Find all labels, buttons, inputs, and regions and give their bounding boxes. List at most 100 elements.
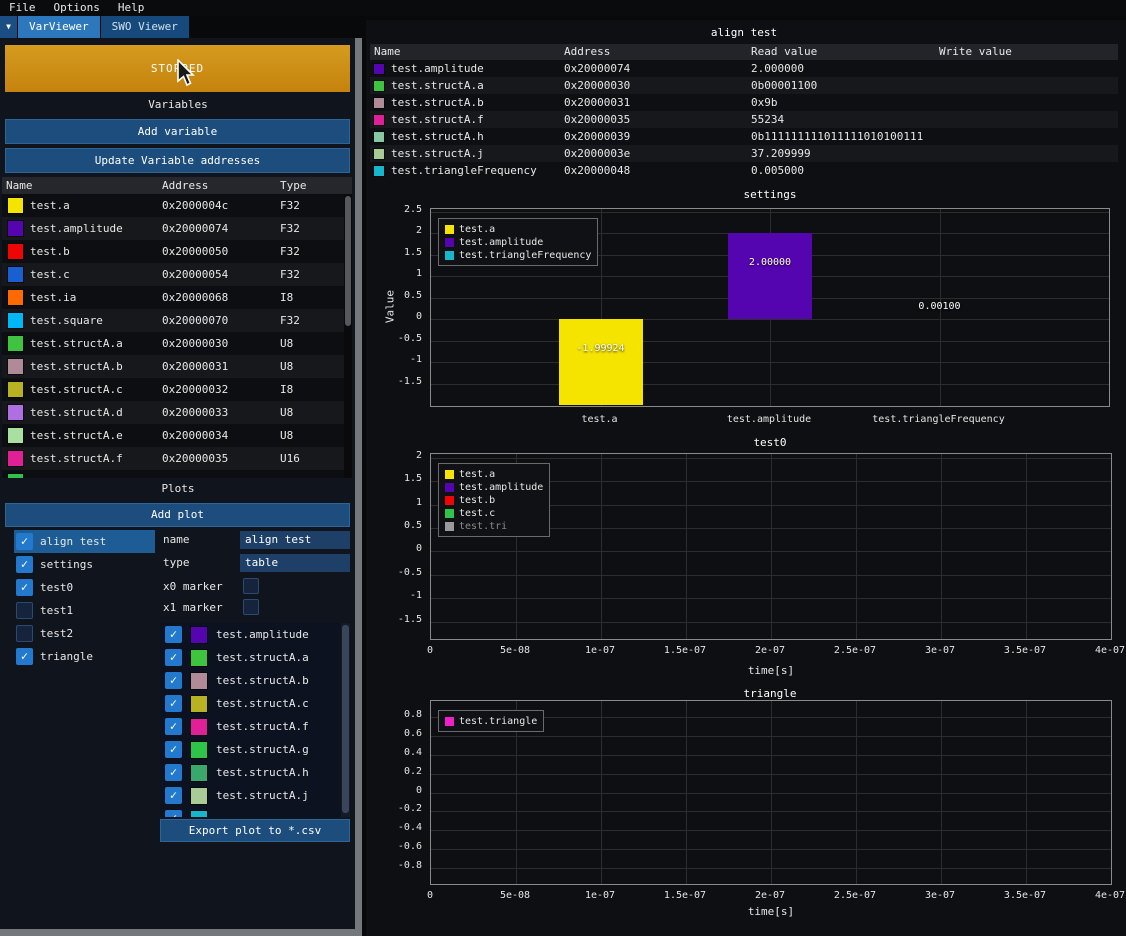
table-plot-title: align test: [366, 26, 1122, 39]
checkbox[interactable]: ✓: [165, 626, 182, 643]
legend-label: test.a: [459, 224, 495, 235]
legend-entry: test.triangle: [445, 715, 537, 728]
chart-legend: test.triangle: [438, 710, 544, 732]
plot-list-item[interactable]: test2: [14, 622, 155, 645]
series-item[interactable]: ✓test.structA.g: [160, 738, 350, 761]
checkbox[interactable]: ✓: [165, 741, 182, 758]
variable-row[interactable]: test.b0x20000050F32: [2, 240, 352, 263]
checkbox[interactable]: ✓: [16, 556, 33, 573]
add-plot-button[interactable]: Add plot: [5, 503, 350, 527]
variable-row[interactable]: test.structA.d0x20000033U8: [2, 401, 352, 424]
legend-entry: test.a: [445, 223, 591, 236]
variable-row[interactable]: test.structA.c0x20000032I8: [2, 378, 352, 401]
variable-address: 0x20000031: [158, 355, 276, 378]
export-csv-button[interactable]: Export plot to *.csv: [160, 819, 350, 842]
write-value-cell[interactable]: [935, 111, 1118, 128]
sidebar-horizontal-scrollbar[interactable]: [0, 929, 355, 936]
sidebar-vertical-scrollbar[interactable]: [355, 38, 362, 936]
menu-bar: File Options Help: [0, 0, 1126, 16]
checkbox[interactable]: ✓: [16, 533, 33, 550]
series-item[interactable]: ✓: [160, 807, 350, 817]
checkbox[interactable]: ✓: [165, 810, 182, 817]
color-swatch: [8, 405, 23, 420]
series-item[interactable]: ✓test.structA.h: [160, 761, 350, 784]
bar: [559, 319, 643, 405]
update-addresses-button[interactable]: Update Variable addresses: [5, 148, 350, 173]
variables-table-scrollbar[interactable]: [344, 194, 352, 478]
write-value-cell[interactable]: [935, 94, 1118, 111]
checkbox[interactable]: ✓: [165, 764, 182, 781]
plot-list-item[interactable]: ✓align test: [14, 530, 155, 553]
variable-row[interactable]: test.structA.b0x20000031U8: [2, 355, 352, 378]
y-tick-label: -1: [366, 354, 422, 365]
variable-row[interactable]: test.structA.f0x20000035U16: [2, 447, 352, 470]
variable-row[interactable]: test.a0x2000004cF32: [2, 194, 352, 217]
checkbox[interactable]: ✓: [165, 695, 182, 712]
plot-type-input[interactable]: table: [240, 554, 350, 572]
write-value-cell[interactable]: [935, 162, 1118, 179]
checkbox[interactable]: ✓: [165, 718, 182, 735]
variable-name: test.c: [30, 268, 70, 281]
plot-list-item[interactable]: ✓triangle: [14, 645, 155, 668]
tab-swo-viewer[interactable]: SWO Viewer: [101, 16, 189, 38]
write-value-cell[interactable]: [935, 60, 1118, 77]
checkbox[interactable]: ✓: [165, 649, 182, 666]
checkbox[interactable]: [16, 625, 33, 642]
checkbox[interactable]: ✓: [16, 648, 33, 665]
plot-list-item[interactable]: ✓test0: [14, 576, 155, 599]
write-value-cell[interactable]: [935, 77, 1118, 94]
checkbox[interactable]: ✓: [16, 579, 33, 596]
table-row[interactable]: test.amplitude0x200000742.000000: [370, 60, 1118, 77]
variables-table-header: Name Address Type: [2, 177, 352, 194]
plot-name-input[interactable]: align test: [240, 531, 350, 549]
add-variable-button[interactable]: Add variable: [5, 119, 350, 144]
scrollbar-thumb[interactable]: [342, 625, 349, 813]
tab-varviewer[interactable]: VarViewer: [18, 16, 100, 38]
plot-list-item[interactable]: test1: [14, 599, 155, 622]
variable-type: U16: [276, 447, 344, 470]
series-list-scrollbar[interactable]: [341, 623, 350, 817]
variable-row[interactable]: test.structA.e0x20000034U8: [2, 424, 352, 447]
y-tick-label: 2: [366, 450, 422, 461]
x-category-label: test.a: [510, 414, 690, 425]
variable-address: 0x20000034: [158, 424, 276, 447]
table-row[interactable]: test.structA.j0x2000003e37.209999: [370, 145, 1118, 162]
gridline: [601, 454, 602, 639]
menu-help[interactable]: Help: [109, 0, 154, 16]
checkbox[interactable]: [16, 602, 33, 619]
legend-swatch: [445, 717, 454, 726]
y-tick-label: -0.6: [366, 841, 422, 852]
series-item[interactable]: ✓test.structA.j: [160, 784, 350, 807]
table-row[interactable]: test.structA.f0x2000003555234: [370, 111, 1118, 128]
scrollbar-thumb[interactable]: [345, 196, 351, 326]
y-tick-label: 0.6: [366, 728, 422, 739]
filter-icon[interactable]: ▼: [0, 16, 17, 38]
table-row[interactable]: test.structA.h0x200000390b11111111101111…: [370, 128, 1118, 145]
menu-options[interactable]: Options: [45, 0, 109, 16]
series-item[interactable]: ✓test.structA.f: [160, 715, 350, 738]
series-item[interactable]: ✓test.structA.a: [160, 646, 350, 669]
series-item[interactable]: ✓test.amplitude: [160, 623, 350, 646]
variable-row[interactable]: test.amplitude0x20000074F32: [2, 217, 352, 240]
table-row[interactable]: test.structA.a0x200000300b00001100: [370, 77, 1118, 94]
variable-row[interactable]: test.square0x20000070F32: [2, 309, 352, 332]
series-item[interactable]: ✓test.structA.b: [160, 669, 350, 692]
checkbox[interactable]: ✓: [165, 787, 182, 804]
checkbox[interactable]: ✓: [165, 672, 182, 689]
plot-list-item[interactable]: ✓settings: [14, 553, 155, 576]
x1-marker-checkbox[interactable]: [243, 599, 259, 615]
variable-row[interactable]: test.structA.a0x20000030U8: [2, 332, 352, 355]
menu-file[interactable]: File: [0, 0, 45, 16]
variable-row[interactable]: test.c0x20000054F32: [2, 263, 352, 286]
table-row[interactable]: test.structA.b0x200000310x9b: [370, 94, 1118, 111]
x0-marker-checkbox[interactable]: [243, 578, 259, 594]
variable-row[interactable]: test.ia0x20000068I8: [2, 286, 352, 309]
read-value-cell: 0x9b: [747, 94, 935, 111]
legend-label: test.triangle: [459, 716, 537, 727]
variable-row[interactable]: [2, 470, 352, 478]
series-item[interactable]: ✓test.structA.c: [160, 692, 350, 715]
write-value-cell[interactable]: [935, 128, 1118, 145]
gridline: [1026, 454, 1027, 639]
write-value-cell[interactable]: [935, 145, 1118, 162]
table-row[interactable]: test.triangleFrequency0x200000480.005000: [370, 162, 1118, 179]
